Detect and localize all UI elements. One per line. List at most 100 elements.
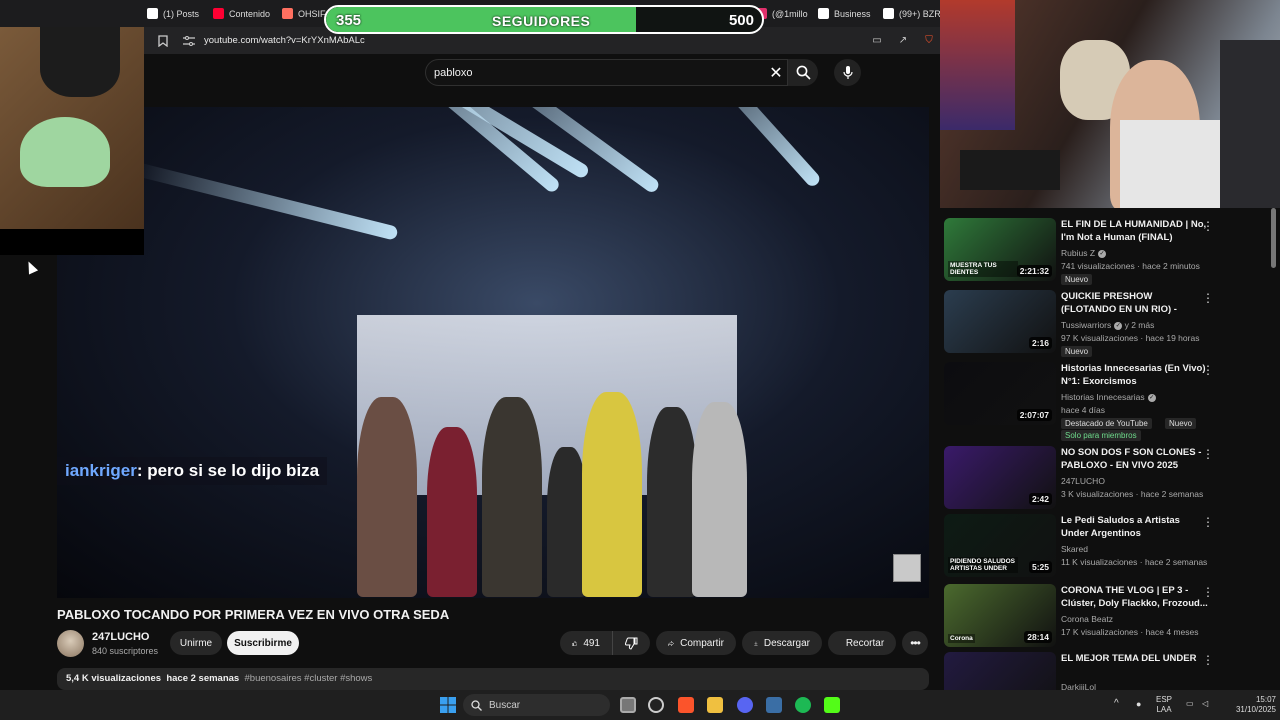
microphone-icon [842,66,853,79]
recommendation-channel[interactable]: Tussiwarriors ✓ y 2 más [1061,320,1154,330]
subscribe-button[interactable]: Suscribirme [227,631,299,655]
recommendation-item[interactable]: 2:07:07 Historias Innecesarias (En Vivo) … [944,362,1244,441]
channel-label: 247LUCHO [1061,476,1105,486]
screen: (1) PostsContenidoOHSIFAC(@1millo(@1mill… [0,0,1280,720]
join-label: Unirme [179,637,213,649]
recommendation-thumbnail[interactable]: Corona 28:14 [944,584,1056,647]
search-query[interactable]: pabloxo [434,67,765,79]
search-button[interactable] [788,59,818,86]
task-view-icon[interactable] [620,697,636,713]
recommendation-meta: 3 K visualizaciones · hace 2 semanas [1061,489,1204,499]
channel-label: Tussiwarriors [1061,320,1112,330]
chat-username: iankriger [65,461,137,480]
bookmark-icon[interactable] [156,34,170,48]
hashtags[interactable]: #buenosaires #cluster #shows [245,673,373,684]
brave-browser-icon[interactable] [678,697,694,713]
download-button[interactable]: Descargar [742,631,822,655]
more-vertical-icon[interactable]: ⋮ [1202,292,1214,304]
clear-search-icon[interactable]: ✕ [765,63,787,83]
channel-avatar[interactable] [57,630,84,657]
recommendation-thumbnail[interactable]: 2:16 [944,290,1056,353]
network-icon[interactable]: ▭ [1186,699,1194,709]
channel-watermark[interactable] [893,554,921,582]
recommendation-title[interactable]: EL MEJOR TEMA DEL UNDER [1061,652,1209,665]
recommendation-thumbnail[interactable]: 2:07:07 [944,362,1056,425]
microphone-tray-icon[interactable]: ● [1136,699,1141,709]
share-icon[interactable]: ↗ [896,34,910,48]
recommendation-channel[interactable]: Skared [1061,544,1088,554]
members-only-label: Solo para miembros [1065,431,1137,440]
keyboard-language[interactable]: ESP LAA [1156,695,1172,715]
brave-shield-icon[interactable]: ⛉ [922,34,936,48]
more-actions-button[interactable]: ••• [902,631,928,655]
recommendation-thumbnail[interactable]: 2:42 [944,446,1056,509]
tiktok-icon [818,8,829,19]
recommendation-title[interactable]: Historias Innecesarias (En Vivo) N°1: Ex… [1061,362,1209,388]
like-button[interactable]: 491 [560,631,612,655]
cast-icon[interactable]: ▭ [870,34,884,48]
recommendation-item[interactable]: 2:42 NO SON DOS F SON CLONES - PABLOXO - … [944,446,1244,512]
discord-icon[interactable] [737,697,753,713]
browser-tab[interactable]: Contenido [203,0,280,27]
recommendation-title[interactable]: Le Pedi Saludos a Artistas Under Argenti… [1061,514,1209,540]
search-icon [796,65,811,80]
description-box[interactable]: 5,4 K visualizaciones hace 2 semanas #bu… [57,668,929,690]
more-vertical-icon[interactable]: ⋮ [1202,220,1214,232]
recommendation-thumbnail[interactable]: MUESTRA TUS DIENTES 2:21:32 [944,218,1056,281]
browser-tab[interactable]: Business [808,0,881,27]
download-icon [754,641,758,645]
chevron-up-icon[interactable]: ^ [1114,699,1119,709]
recommendation-item[interactable]: 2:16 QUICKIE PRESHOW (FLOTANDO EN UN RIO)… [944,290,1244,357]
mouse-cursor [23,259,39,275]
clock[interactable]: 15:07 31/10/2025 [1234,695,1276,715]
video-player[interactable]: iankriger: pero si se lo dijo biza [57,107,929,598]
more-vertical-icon[interactable]: ⋮ [1202,654,1214,666]
join-button[interactable]: Unirme [170,631,222,655]
clip-button[interactable]: Recortar [828,631,896,655]
more-vertical-icon[interactable]: ⋮ [1202,364,1214,376]
recommendation-channel[interactable]: Historias Innecesarias ✓ [1061,392,1156,402]
more-vertical-icon[interactable]: ⋮ [1202,586,1214,598]
recommendation-title[interactable]: NO SON DOS F SON CLONES - PABLOXO - EN V… [1061,446,1209,472]
channel-name[interactable]: 247LUCHO [92,631,149,643]
follower-goal-bar: 355 SEGUIDORES 500 [324,5,764,34]
more-vertical-icon[interactable]: ⋮ [1202,448,1214,460]
dislike-button[interactable] [612,631,650,655]
file-explorer-icon[interactable] [707,697,723,713]
recommendation-channel[interactable]: Corona Beatz [1061,614,1113,624]
search-input[interactable]: pabloxo ✕ [425,59,788,86]
recommendation-item[interactable]: Corona 28:14 CORONA THE VLOG | EP 3 - Clús… [944,584,1244,650]
scrollbar[interactable] [1271,208,1276,268]
recommendation-thumbnail[interactable]: PIDIENDO SALUDOS ARTISTAS UNDER 5:25 [944,514,1056,577]
recommendation-item[interactable]: PIDIENDO SALUDOS ARTISTAS UNDER 5:25 Le Pe… [944,514,1244,580]
share-button[interactable]: Compartir [656,631,736,655]
verified-icon: ✓ [1098,249,1107,258]
video-duration: 2:16 [1028,337,1052,349]
streaming-app-icon[interactable] [824,697,840,713]
download-label: Descargar [763,637,810,649]
recommendation-title[interactable]: CORONA THE VLOG | EP 3 - Clúster, Doly F… [1061,584,1209,610]
url-text[interactable]: youtube.com/watch?v=KrYXnMAbALc [204,35,365,46]
windows-taskbar [0,690,1280,720]
browser-tab[interactable]: (1) Posts [137,0,209,27]
performer [692,402,747,597]
taskbar-search[interactable]: Buscar [463,694,610,716]
more-vertical-icon[interactable]: ⋮ [1202,516,1214,528]
browser-tab-label: (@1millo [772,8,808,19]
volume-icon[interactable]: ◁ [1202,699,1208,709]
x-cross-icon [282,8,293,19]
obs-icon[interactable] [648,697,664,713]
recommendation-badge: Nuevo [1061,274,1093,285]
recommendation-title[interactable]: EL FIN DE LA HUMANIDAD | No, I'm Not a H… [1061,218,1209,244]
site-settings-icon[interactable] [182,34,196,48]
recommendation-channel[interactable]: Rubius Z ✓ [1061,248,1107,258]
windows-start-icon[interactable] [440,697,456,713]
recommendation-title[interactable]: QUICKIE PRESHOW (FLOTANDO EN UN RIO) - T… [1061,290,1209,317]
voice-search-button[interactable] [834,59,861,86]
stream-overlay-image [0,27,144,255]
recommendation-channel[interactable]: 247LUCHO [1061,476,1105,486]
spotify-icon[interactable] [795,697,811,713]
performer [427,427,477,597]
recommendation-item[interactable]: MUESTRA TUS DIENTES 2:21:32 EL FIN DE LA H… [944,218,1244,285]
text-editor-icon[interactable] [766,697,782,713]
